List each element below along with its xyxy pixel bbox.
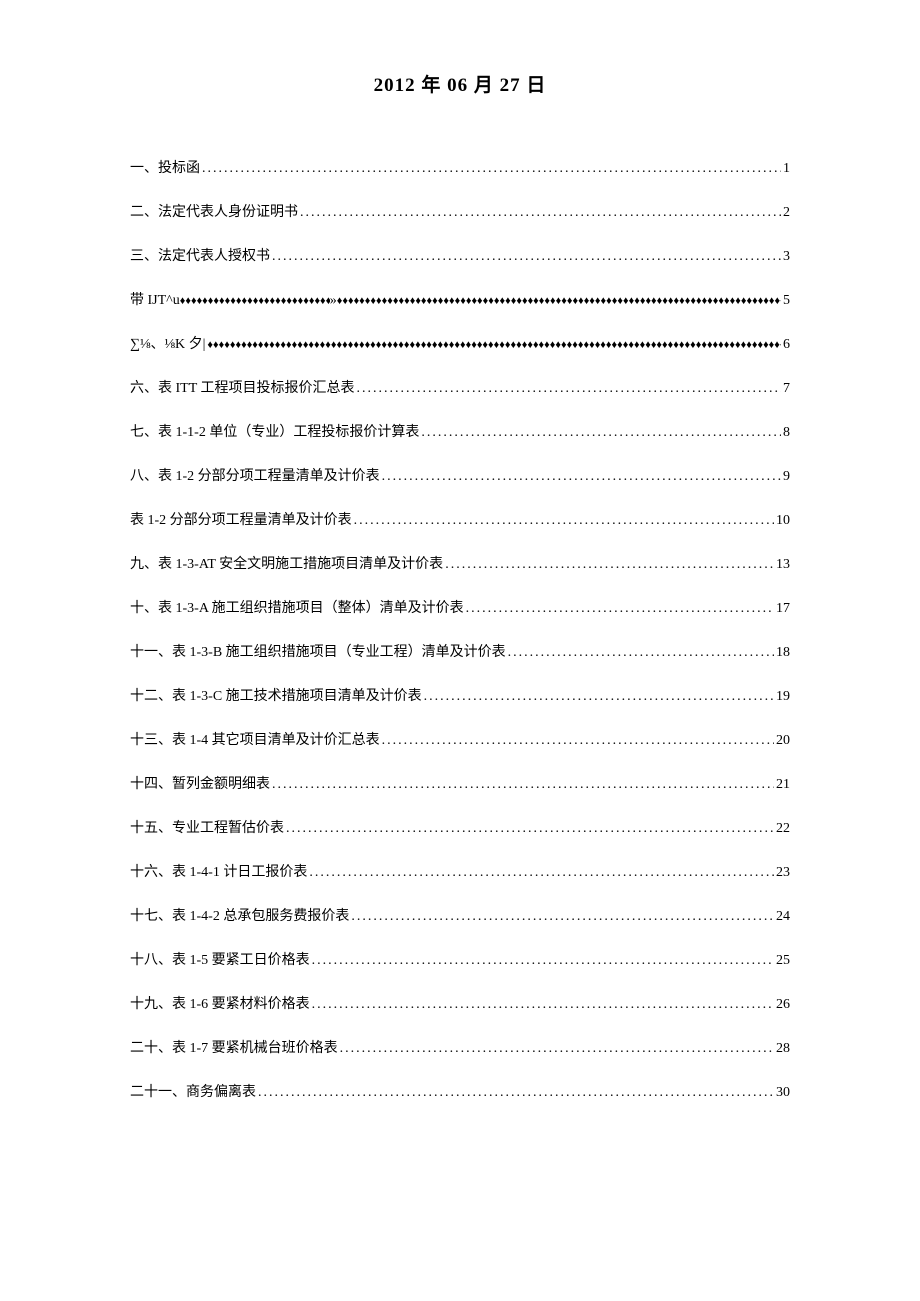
toc-entry: 十七、表 1-4-2 总承包服务费报价表 24 — [130, 905, 790, 925]
toc-page-number: 17 — [774, 601, 790, 617]
toc-leader-dots — [445, 557, 774, 573]
toc-leader-dots — [421, 425, 781, 441]
toc-entry: 二十、表 1-7 要紧机械台班价格表 28 — [130, 1037, 790, 1057]
toc-entry: 三、法定代表人授权书 3 — [130, 245, 790, 265]
toc-leader-dots — [508, 645, 774, 661]
toc-entry-label: 十四、暂列金额明细表 — [130, 773, 270, 793]
toc-entry: 九、表 1-3-AT 安全文明施工措施项目清单及计价表 13 — [130, 553, 790, 573]
document-date-title: 2012 年 06 月 27 日 — [130, 70, 790, 97]
toc-page-number: 18 — [774, 645, 790, 661]
toc-entry-label: 三、法定代表人授权书 — [130, 245, 270, 265]
toc-leader-dots — [424, 689, 774, 705]
toc-entry: 十一、表 1-3-B 施工组织措施项目（专业工程）清单及计价表 18 — [130, 641, 790, 661]
toc-leader-dots — [309, 865, 774, 881]
toc-entry-label: 表 1-2 分部分项工程量清单及计价表 — [130, 509, 352, 529]
toc-leader-dots — [286, 821, 774, 837]
toc-entry-label: 带 IJT^u — [130, 289, 180, 309]
toc-page-number: 3 — [781, 249, 790, 265]
toc-page-number: 22 — [774, 821, 790, 837]
toc-page-number: 5 — [781, 293, 790, 309]
toc-entry-label: 七、表 1-1-2 单位（专业）工程投标报价计算表 — [130, 421, 419, 441]
toc-leader-dots — [340, 1041, 774, 1057]
toc-leader-dots — [312, 953, 774, 969]
toc-entry: 六、表 ITT 工程项目投标报价汇总表 7 — [130, 377, 790, 397]
toc-leader-dots — [300, 205, 781, 221]
toc-page-number: 13 — [774, 557, 790, 573]
toc-page-number: 25 — [774, 953, 790, 969]
toc-entry: 十五、专业工程暂估价表 22 — [130, 817, 790, 837]
toc-entry: 十九、表 1-6 要紧材料价格表 26 — [130, 993, 790, 1013]
toc-leader-diamonds — [180, 295, 330, 307]
toc-leader-dots — [258, 1085, 774, 1101]
toc-entry: 十二、表 1-3-C 施工技术措施项目清单及计价表 19 — [130, 685, 790, 705]
toc-entry-label: 二十、表 1-7 要紧机械台班价格表 — [130, 1037, 338, 1057]
toc-entry: 一、投标函 1 — [130, 157, 790, 177]
toc-leader-dots — [357, 381, 781, 397]
toc-page-number: 28 — [774, 1041, 790, 1057]
toc-page-number: 24 — [774, 909, 790, 925]
toc-leader-dots — [382, 469, 781, 485]
toc-entry: 十、表 1-3-A 施工组织措施项目（整体）清单及计价表 17 — [130, 597, 790, 617]
toc-entry-label: 十六、表 1-4-1 计日工报价表 — [130, 861, 307, 881]
toc-leader-diamonds — [337, 295, 781, 307]
toc-entry: 十六、表 1-4-1 计日工报价表 23 — [130, 861, 790, 881]
toc-entry: 十四、暂列金额明细表 21 — [130, 773, 790, 793]
toc-entry-label: 十九、表 1-6 要紧材料价格表 — [130, 993, 310, 1013]
toc-entry-label: 二、法定代表人身份证明书 — [130, 201, 298, 221]
toc-leader-dots — [382, 733, 774, 749]
toc-entry-label: 八、表 1-2 分部分项工程量清单及计价表 — [130, 465, 380, 485]
toc-page-number: 8 — [781, 425, 790, 441]
toc-page-number: 20 — [774, 733, 790, 749]
toc-entry: 带 IJT^u » 5 — [130, 289, 790, 309]
toc-entry-label: 十五、专业工程暂估价表 — [130, 817, 284, 837]
toc-leader-dots — [354, 513, 774, 529]
toc-page-number: 7 — [781, 381, 790, 397]
toc-mid-symbol: » — [330, 293, 337, 309]
toc-page-number: 23 — [774, 865, 790, 881]
toc-leader-dots — [351, 909, 774, 925]
toc-entry-label: 十三、表 1-4 其它项目清单及计价汇总表 — [130, 729, 380, 749]
toc-leader-dots — [272, 777, 774, 793]
toc-entry-label: 十一、表 1-3-B 施工组织措施项目（专业工程）清单及计价表 — [130, 641, 506, 661]
toc-leader-dots — [202, 161, 781, 177]
toc-page-number: 10 — [774, 513, 790, 529]
toc-page-number: 2 — [781, 205, 790, 221]
toc-page-number: 9 — [781, 469, 790, 485]
toc-entry: 八、表 1-2 分部分项工程量清单及计价表 9 — [130, 465, 790, 485]
toc-entry-label: 二十一、商务偏离表 — [130, 1081, 256, 1101]
toc-entry-label: 九、表 1-3-AT 安全文明施工措施项目清单及计价表 — [130, 553, 443, 573]
toc-entry: 二、法定代表人身份证明书 2 — [130, 201, 790, 221]
toc-entry: 十三、表 1-4 其它项目清单及计价汇总表 20 — [130, 729, 790, 749]
toc-entry-label: ∑⅛、⅛K 夕| — [130, 333, 205, 353]
toc-entry-label: 十、表 1-3-A 施工组织措施项目（整体）清单及计价表 — [130, 597, 464, 617]
toc-entry: 七、表 1-1-2 单位（专业）工程投标报价计算表 8 — [130, 421, 790, 441]
toc-page-number: 1 — [781, 161, 790, 177]
toc-page-number: 26 — [774, 997, 790, 1013]
toc-leader-dots — [272, 249, 781, 265]
toc-entry-label: 十八、表 1-5 要紧工日价格表 — [130, 949, 310, 969]
toc-entry-label: 六、表 ITT 工程项目投标报价汇总表 — [130, 377, 355, 397]
toc-entry: 十八、表 1-5 要紧工日价格表 25 — [130, 949, 790, 969]
toc-entry: ∑⅛、⅛K 夕| 6 — [130, 333, 790, 353]
toc-page-number: 6 — [781, 337, 790, 353]
toc-entry-label: 十二、表 1-3-C 施工技术措施项目清单及计价表 — [130, 685, 422, 705]
table-of-contents: 一、投标函 1 二、法定代表人身份证明书 2 三、法定代表人授权书 3 带 IJT^u » 5 ∑… — [130, 157, 790, 1101]
toc-page-number: 19 — [774, 689, 790, 705]
toc-page-number: 21 — [774, 777, 790, 793]
toc-entry: 表 1-2 分部分项工程量清单及计价表 10 — [130, 509, 790, 529]
toc-leader-dots — [312, 997, 774, 1013]
toc-page-number: 30 — [774, 1085, 790, 1101]
toc-leader-dots — [466, 601, 774, 617]
toc-entry-label: 一、投标函 — [130, 157, 200, 177]
toc-entry-label: 十七、表 1-4-2 总承包服务费报价表 — [130, 905, 349, 925]
toc-leader-diamonds — [207, 339, 781, 351]
toc-entry: 二十一、商务偏离表 30 — [130, 1081, 790, 1101]
